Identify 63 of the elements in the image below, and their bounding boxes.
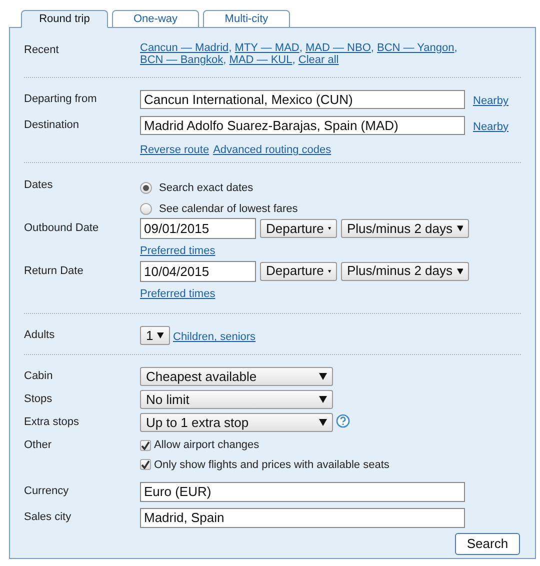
dropdown[interactable]: Departure <box>260 219 337 238</box>
recent-links: Cancun — Madrid, MTY — MAD, MAD — NBO, BCN — Yangon, BCN — Bangkok, MAD — KUL, Clear all <box>140 42 458 68</box>
dropdown[interactable]: Cheapest available <box>140 367 333 386</box>
link[interactable]: Clear all <box>298 54 339 66</box>
caret-icon <box>456 268 463 274</box>
input-field[interactable]: Cancun International, Mexico (CUN) <box>140 90 465 109</box>
dropdown[interactable]: Up to 1 extra stop <box>140 413 333 432</box>
field-label: Outbound Date <box>24 221 100 236</box>
input-field[interactable]: Madrid Adolfo Suarez-Barajas, Spain (MAD) <box>140 116 465 134</box>
checkbox-option[interactable]: Allow airport changes <box>140 437 390 454</box>
caret-icon <box>328 225 331 232</box>
input-field[interactable]: Euro (EUR) <box>140 482 465 502</box>
link[interactable]: MAD — KUL <box>229 54 292 66</box>
dropdown[interactable]: Plus/minus 2 days <box>341 262 469 280</box>
dropdown[interactable]: 1 <box>140 326 170 345</box>
link[interactable]: Reverse route <box>140 142 210 158</box>
field-label: Dates <box>24 178 54 193</box>
caret-icon <box>319 419 327 426</box>
dropdown[interactable]: No limit <box>140 390 333 409</box>
radio-option[interactable]: See calendar of lowest fares <box>140 200 298 217</box>
field-label: Adults <box>24 328 56 343</box>
radio-button[interactable] <box>140 202 152 215</box>
link[interactable]: BCN — Bangkok <box>140 54 224 66</box>
field-label: Currency <box>24 484 70 499</box>
search-button[interactable]: Search <box>455 533 520 555</box>
dropdown[interactable]: Departure <box>260 262 337 280</box>
tab[interactable]: Multi-city <box>203 10 290 28</box>
input-field[interactable]: 10/04/2015 <box>140 260 256 282</box>
field-label: Recent <box>24 43 60 58</box>
field-label: Other <box>24 438 53 453</box>
checkbox[interactable] <box>140 459 151 470</box>
link[interactable]: Nearby <box>473 118 508 135</box>
field-label: Extra stops <box>24 415 80 430</box>
link[interactable]: Children, seniors <box>173 329 256 346</box>
checkbox[interactable] <box>140 440 151 451</box>
radio-button[interactable] <box>140 182 152 194</box>
field-label: Destination <box>24 118 80 132</box>
field-label: Departing from <box>24 92 98 107</box>
link[interactable]: MTY — MAD <box>234 42 300 54</box>
link[interactable]: Preferred times <box>140 286 216 302</box>
tab[interactable]: Round trip <box>21 10 108 28</box>
field-label: Sales city <box>24 510 72 525</box>
link[interactable]: Advanced routing codes <box>213 142 332 158</box>
caret-icon <box>456 225 463 232</box>
caret-icon <box>319 396 327 403</box>
caret-icon <box>157 332 164 339</box>
field-label: Cabin <box>24 369 54 384</box>
link[interactable]: Preferred times <box>140 243 216 260</box>
link[interactable]: Cancun — Madrid <box>140 42 229 54</box>
tab[interactable]: One-way <box>112 10 199 28</box>
link[interactable]: MAD — NBO <box>305 42 371 54</box>
dropdown[interactable]: Plus/minus 2 days <box>341 219 469 238</box>
checkbox-option[interactable]: Only show flights and prices with available seats <box>140 456 390 473</box>
input-field[interactable]: Madrid, Spain <box>140 508 465 528</box>
link[interactable]: Nearby <box>473 93 508 110</box>
input-field[interactable]: 09/01/2015 <box>140 218 256 239</box>
field-label: Stops <box>24 392 54 407</box>
radio-option[interactable]: Search exact dates <box>140 180 298 196</box>
caret-icon <box>319 373 327 380</box>
help-icon[interactable] <box>336 414 350 428</box>
link[interactable]: BCN — Yangon <box>377 42 454 54</box>
caret-icon <box>328 268 331 274</box>
field-label: Return Date <box>24 264 84 278</box>
